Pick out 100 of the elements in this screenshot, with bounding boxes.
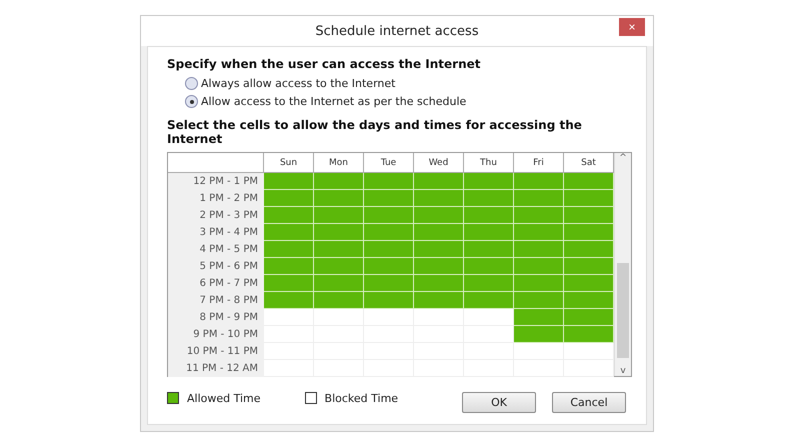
schedule-cell[interactable] [514, 241, 564, 258]
schedule-cell[interactable] [364, 309, 414, 326]
radio-button[interactable] [185, 95, 198, 108]
schedule-cell[interactable] [464, 275, 514, 292]
radio-option[interactable]: Always allow access to the Internet [185, 77, 626, 90]
schedule-cell[interactable] [514, 173, 564, 190]
schedule-cell[interactable] [464, 258, 514, 275]
schedule-cell[interactable] [514, 275, 564, 292]
schedule-cell[interactable] [464, 224, 514, 241]
schedule-cell[interactable] [514, 224, 564, 241]
schedule-cell[interactable] [264, 275, 314, 292]
schedule-cell[interactable] [514, 207, 564, 224]
schedule-cell[interactable] [414, 258, 464, 275]
scroll-up-arrow[interactable]: ^ [619, 153, 627, 163]
schedule-cell[interactable] [464, 309, 514, 326]
schedule-cell[interactable] [464, 207, 514, 224]
window-title: Schedule internet access [315, 24, 479, 38]
schedule-cell[interactable] [314, 224, 364, 241]
time-label: 9 PM - 10 PM [168, 326, 264, 343]
schedule-cell[interactable] [464, 190, 514, 207]
legend-item: Blocked Time [304, 383, 398, 413]
schedule-cell[interactable] [414, 190, 464, 207]
schedule-cell[interactable] [364, 292, 414, 309]
schedule-cell[interactable] [314, 173, 364, 190]
schedule-cell[interactable] [464, 173, 514, 190]
schedule-cell[interactable] [314, 207, 364, 224]
schedule-cell[interactable] [314, 241, 364, 258]
time-label: 10 PM - 11 PM [168, 343, 264, 360]
schedule-cell[interactable] [564, 275, 614, 292]
schedule-cell[interactable] [414, 275, 464, 292]
schedule-cell[interactable] [414, 207, 464, 224]
time-label: 7 PM - 8 PM [168, 292, 264, 309]
schedule-cell[interactable] [514, 309, 564, 326]
schedule-cell[interactable] [564, 173, 614, 190]
schedule-cell[interactable] [514, 326, 564, 343]
schedule-cell[interactable] [264, 309, 314, 326]
schedule-cell[interactable] [264, 173, 314, 190]
schedule-cell[interactable] [464, 241, 514, 258]
time-label: 4 PM - 5 PM [168, 241, 264, 258]
schedule-cell[interactable] [464, 343, 514, 360]
schedule-cell[interactable] [264, 224, 314, 241]
scroll-down-arrow[interactable]: v [620, 366, 626, 376]
scroll-thumb[interactable] [617, 263, 629, 358]
day-header: Sat [564, 153, 614, 173]
schedule-cell[interactable] [264, 190, 314, 207]
ok-button[interactable]: OK [462, 392, 536, 413]
schedule-cell[interactable] [364, 258, 414, 275]
schedule-cell[interactable] [364, 275, 414, 292]
schedule-cell[interactable] [514, 343, 564, 360]
schedule-cell[interactable] [414, 224, 464, 241]
schedule-cell[interactable] [364, 190, 414, 207]
scrollbar[interactable]: ^ v [614, 153, 631, 376]
schedule-cell[interactable] [414, 173, 464, 190]
schedule-cell[interactable] [314, 258, 364, 275]
day-header: Sun [264, 153, 314, 173]
radio-button[interactable] [185, 77, 198, 90]
schedule-cell[interactable] [564, 309, 614, 326]
schedule-cell[interactable] [514, 190, 564, 207]
day-header: Wed [414, 153, 464, 173]
schedule-cell[interactable] [464, 326, 514, 343]
schedule-cell[interactable] [264, 241, 314, 258]
schedule-cell[interactable] [314, 309, 364, 326]
section-heading: Specify when the user can access the Internet [167, 57, 482, 71]
close-button[interactable]: × [619, 18, 645, 36]
time-label: 11 PM - 12 AM [168, 360, 264, 377]
schedule-cell[interactable] [464, 292, 514, 309]
schedule-cell[interactable] [264, 292, 314, 309]
legend-swatch [304, 392, 317, 404]
schedule-cell[interactable] [564, 343, 614, 360]
schedule-cell[interactable] [564, 326, 614, 343]
schedule-cell[interactable] [364, 173, 414, 190]
schedule-cell[interactable] [364, 241, 414, 258]
time-label: 8 PM - 9 PM [168, 309, 264, 326]
schedule-cell[interactable] [364, 224, 414, 241]
schedule-cell[interactable] [564, 292, 614, 309]
schedule-cell[interactable] [414, 292, 464, 309]
radio-option[interactable]: Allow access to the Internet as per the schedule [185, 95, 626, 108]
schedule-cell[interactable] [414, 309, 464, 326]
schedule-cell[interactable] [364, 207, 414, 224]
time-label: 1 PM - 2 PM [168, 190, 264, 207]
schedule-cell[interactable] [264, 207, 314, 224]
day-header: Mon [314, 153, 364, 173]
schedule-cell[interactable] [414, 241, 464, 258]
schedule-cell[interactable] [514, 292, 564, 309]
time-label: 6 PM - 7 PM [168, 275, 264, 292]
schedule-cell[interactable] [564, 360, 614, 377]
schedule-cell[interactable] [564, 190, 614, 207]
time-label: 5 PM - 6 PM [168, 258, 264, 275]
schedule-cell[interactable] [314, 275, 364, 292]
schedule-cell[interactable] [264, 258, 314, 275]
schedule-cell[interactable] [564, 241, 614, 258]
day-header: Thu [464, 153, 514, 173]
schedule-cell[interactable] [314, 190, 364, 207]
cancel-button[interactable]: Cancel [552, 392, 626, 413]
schedule-cell[interactable] [564, 207, 614, 224]
schedule-cell[interactable] [514, 258, 564, 275]
schedule-cell[interactable] [314, 292, 364, 309]
schedule-cell[interactable] [564, 224, 614, 241]
legend-swatch [167, 392, 179, 404]
schedule-cell[interactable] [564, 258, 614, 275]
